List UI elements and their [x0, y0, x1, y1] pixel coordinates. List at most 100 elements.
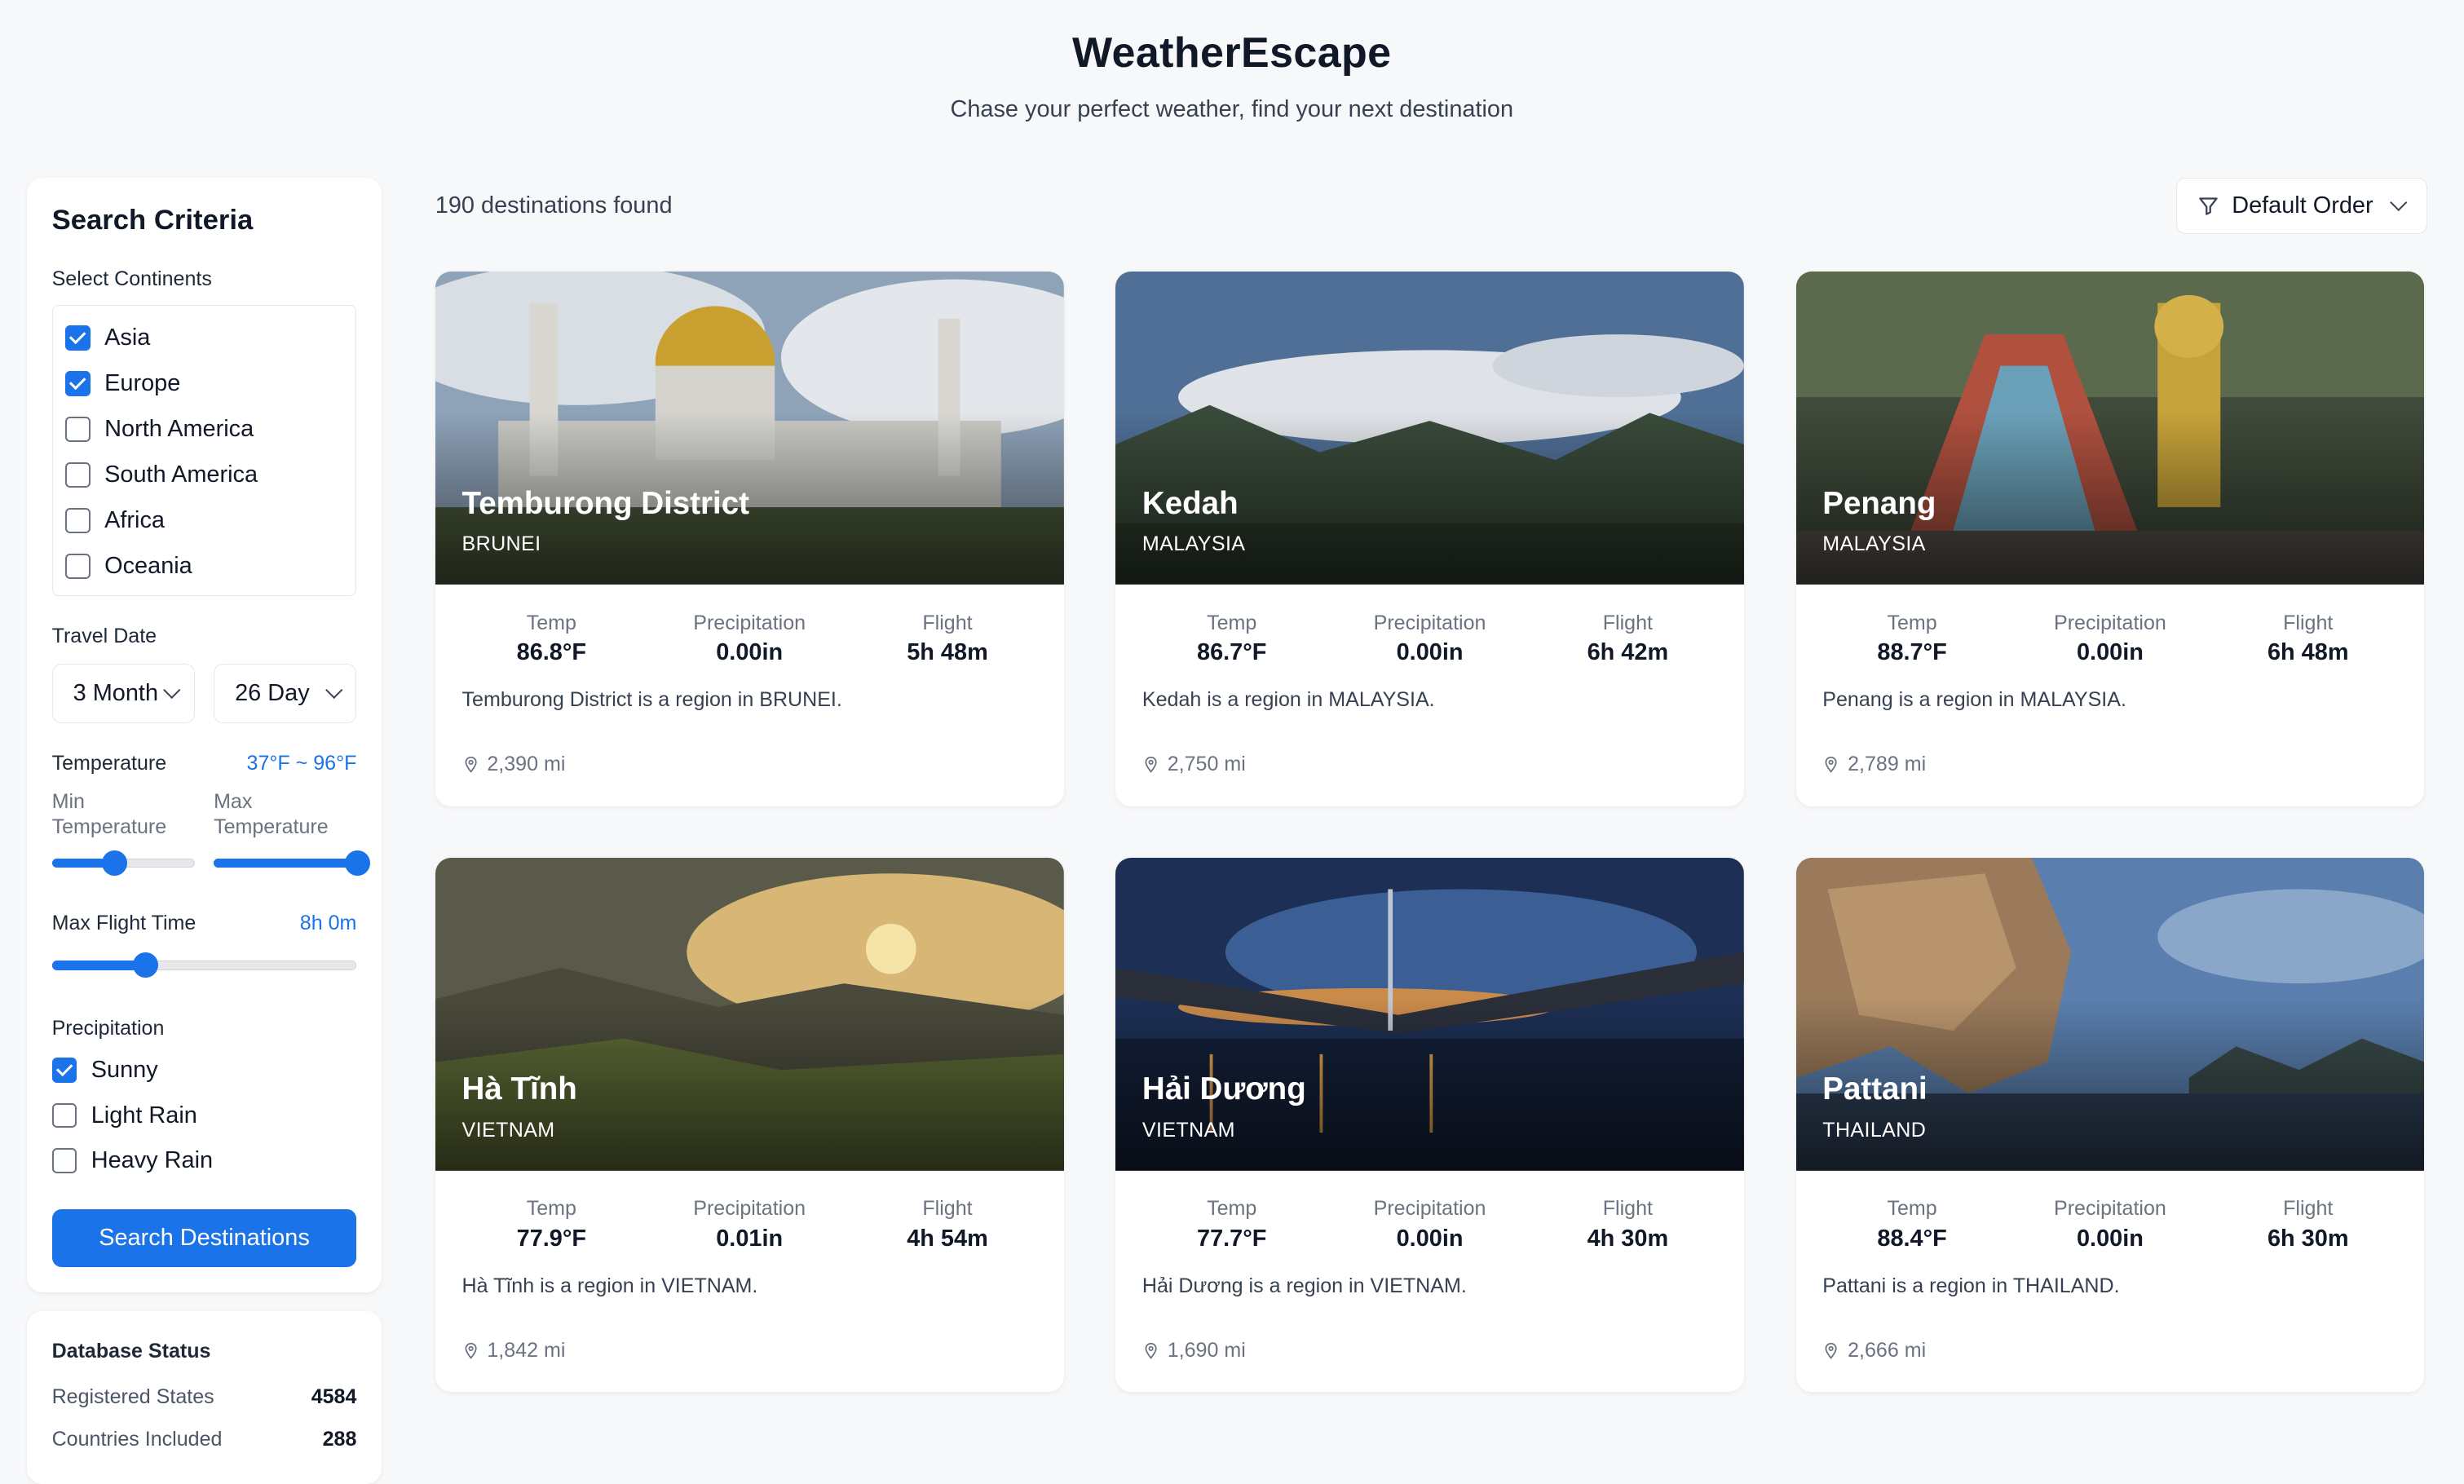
day-select-value: 26 Day [235, 679, 310, 706]
stat-temp: Temp 86.7°F [1133, 612, 1331, 667]
stat-value: 88.7°F [1877, 639, 1947, 666]
flight-slider[interactable] [51, 952, 357, 978]
stat-label: Precipitation [2054, 611, 2166, 634]
destination-description: Penang is a region in MALAYSIA. [1822, 688, 2126, 712]
precip-sunny[interactable]: Sunny [51, 1047, 357, 1093]
day-select[interactable]: 26 Day [214, 663, 357, 724]
location-pin-icon [1145, 1342, 1157, 1359]
stat-label: Temp [526, 611, 576, 634]
stat-value: 0.00in [1396, 1226, 1464, 1252]
results-count: 190 destinations found [435, 192, 673, 219]
stat-label: Flight [922, 1197, 973, 1221]
destination-card[interactable]: Kedah MALAYSIA Temp 86.7°F Precipitation 0… [1115, 272, 1744, 806]
flight-value: 8h 0m [299, 912, 357, 935]
continent-africa[interactable]: Africa [64, 497, 343, 543]
destination-name: Kedah [1141, 485, 1239, 521]
stat-label: Temp [1887, 611, 1937, 634]
checkbox-label: Asia [104, 325, 151, 351]
destination-description: Hải Dương is a region in VIETNAM. [1141, 1274, 1467, 1298]
destination-name: Hà Tĩnh [461, 1071, 577, 1107]
slider-thumb[interactable] [101, 850, 127, 876]
temperature-sliders: Min Temperature Max Temperature [51, 789, 371, 876]
month-select[interactable]: 3 Month [51, 663, 195, 724]
distance-value: 2,750 mi [1167, 753, 1246, 776]
stat-label: Temp [1207, 1197, 1257, 1221]
continent-oceania[interactable]: Oceania [64, 543, 343, 589]
checkbox-label: Africa [104, 506, 165, 533]
destination-card[interactable]: Temburong District BRUNEI Temp 86.8°F Pre… [435, 272, 1064, 806]
db-row-value: 4584 [311, 1385, 357, 1408]
checkbox[interactable] [64, 507, 91, 533]
stat-value: 86.7°F [1197, 639, 1267, 666]
stat-precip: Precipitation 0.00in [1331, 1197, 1529, 1252]
stat-label: Temp [1207, 611, 1257, 634]
db-row-label: Countries Included [51, 1427, 223, 1451]
flight-label: Max Flight Time [51, 912, 197, 935]
destination-distance: 2,750 mi [1115, 753, 1744, 776]
destination-description: Pattani is a region in THAILAND. [1822, 1274, 2120, 1298]
destination-stats: Temp 88.7°F Precipitation 0.00in Flight 6h … [1796, 612, 2425, 667]
slider-fill [51, 858, 107, 868]
database-status-panel: Database Status Registered States 4584 C… [26, 1310, 382, 1484]
precip-light-rain[interactable]: Light Rain [51, 1093, 357, 1138]
checkbox-label: North America [104, 416, 254, 443]
stat-value: 77.9°F [516, 1226, 587, 1252]
stat-value: 4h 54m [907, 1226, 988, 1252]
checkbox[interactable] [64, 371, 91, 397]
stat-label: Flight [2283, 611, 2334, 634]
location-pin-icon [1825, 1342, 1837, 1359]
search-destinations-button[interactable]: Search Destinations [51, 1208, 357, 1267]
checkbox[interactable] [64, 325, 91, 351]
stat-value: 86.8°F [516, 639, 587, 666]
destination-stats: Temp 86.7°F Precipitation 0.00in Flight 6h … [1115, 612, 1744, 667]
destination-country: MALAYSIA [1822, 532, 1926, 556]
destination-grid: Temburong District BRUNEI Temp 86.8°F Pre… [435, 272, 2427, 1393]
slider-thumb[interactable] [345, 850, 371, 876]
max-temp-slider[interactable] [214, 850, 371, 876]
checkbox-label: Light Rain [91, 1102, 197, 1128]
temperature-label: Temperature [51, 751, 167, 775]
stat-flight: Flight 4h 30m [1529, 1197, 1727, 1252]
max-temp-group: Max Temperature [214, 789, 371, 876]
destination-name: Temburong District [461, 485, 750, 521]
continent-north-america[interactable]: North America [64, 407, 343, 453]
destination-stats: Temp 77.7°F Precipitation 0.00in Flight 4h … [1115, 1197, 1744, 1252]
destination-image: Temburong District BRUNEI [435, 272, 1064, 585]
stat-label: Precipitation [693, 1197, 806, 1221]
stat-temp: Temp 77.9°F [453, 1197, 651, 1252]
checkbox[interactable] [51, 1148, 77, 1174]
destination-name: Penang [1822, 485, 1936, 521]
destination-image: Penang MALAYSIA [1795, 272, 2425, 585]
stat-value: 6h 30m [2267, 1226, 2349, 1252]
continent-south-america[interactable]: South America [64, 453, 343, 498]
sort-order-dropdown[interactable]: Default Order [2175, 177, 2428, 235]
destination-card[interactable]: Penang MALAYSIA Temp 88.7°F Precipitation… [1795, 272, 2425, 806]
destination-card[interactable]: Hà Tĩnh VIETNAM Temp 77.9°F Precipitation… [435, 858, 1064, 1393]
stat-value: 0.00in [716, 639, 784, 666]
slider-thumb[interactable] [133, 952, 159, 978]
stat-label: Precipitation [1373, 611, 1486, 634]
destination-card[interactable]: Hải Dương VIETNAM Temp 77.7°F Precipitati… [1115, 858, 1744, 1393]
checkbox-label: Heavy Rain [91, 1147, 214, 1174]
app-subtitle: Chase your perfect weather, find your ne… [950, 95, 1514, 122]
stat-precip: Precipitation 0.01in [651, 1197, 849, 1252]
db-title: Database Status [51, 1339, 211, 1363]
stat-value: 0.00in [1396, 639, 1464, 666]
checkbox[interactable] [64, 553, 91, 579]
min-temp-slider[interactable] [51, 850, 195, 876]
destination-card[interactable]: Pattani THAILAND Temp 88.4°F Precipitatio… [1795, 858, 2425, 1393]
checkbox[interactable] [51, 1057, 77, 1083]
destination-distance: 1,842 mi [435, 1339, 1064, 1363]
stat-label: Precipitation [693, 611, 806, 634]
continent-asia[interactable]: Asia [64, 316, 343, 361]
precip-heavy-rain[interactable]: Heavy Rain [51, 1138, 357, 1184]
chevron-down-icon [162, 681, 181, 700]
checkbox[interactable] [64, 417, 91, 442]
stat-precip: Precipitation 0.00in [1331, 612, 1529, 667]
destination-stats: Temp 88.4°F Precipitation 0.00in Flight 6h … [1796, 1197, 2425, 1252]
continent-europe[interactable]: Europe [64, 361, 343, 407]
location-pin-icon [465, 1342, 477, 1359]
checkbox[interactable] [64, 462, 91, 488]
distance-value: 2,666 mi [1848, 1339, 1927, 1363]
checkbox[interactable] [51, 1102, 77, 1128]
